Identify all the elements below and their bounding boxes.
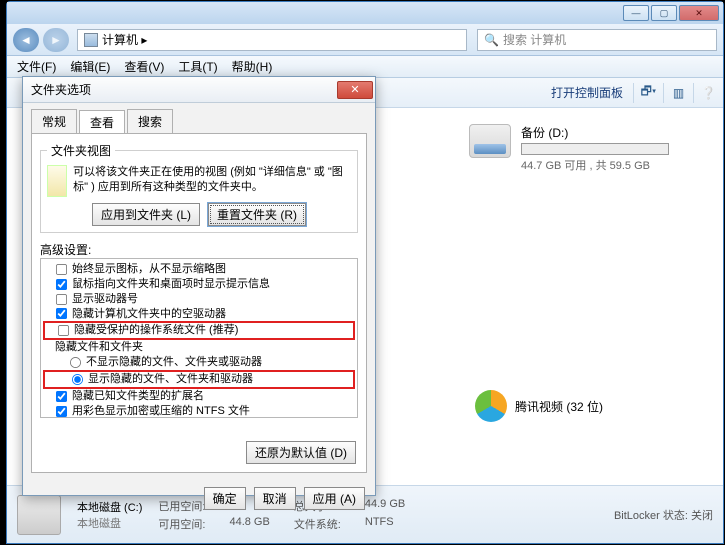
setting-row[interactable]: 不显示隐藏的文件、文件夹或驱动器 xyxy=(43,355,355,370)
tab-view-pane: 文件夹视图 可以将该文件夹正在使用的视图 (例如 "详细信息" 或 "图标" )… xyxy=(31,133,367,473)
breadcrumb-text: 计算机 ▸ xyxy=(102,31,147,48)
ok-button[interactable]: 确定 xyxy=(204,487,246,510)
cancel-button[interactable]: 取消 xyxy=(254,487,296,510)
window-titlebar: — ▢ ✕ xyxy=(7,2,723,24)
search-input[interactable]: 🔍 搜索 计算机 xyxy=(477,29,717,51)
folder-view-icon xyxy=(47,165,67,197)
apply-button[interactable]: 应用 (A) xyxy=(304,487,365,510)
setting-label: 隐藏受保护的操作系统文件 (推荐) xyxy=(74,323,238,338)
tab-search[interactable]: 搜索 xyxy=(127,109,173,133)
checkbox[interactable] xyxy=(56,294,67,305)
tab-general[interactable]: 常规 xyxy=(31,109,77,133)
menu-view[interactable]: 查看(V) xyxy=(118,56,170,77)
folder-options-dialog: 文件夹选项 ✕ 常规 查看 搜索 文件夹视图 可以将该文件夹正在使用的视图 (例… xyxy=(22,76,376,496)
drive-name: 备份 (D:) xyxy=(521,124,669,141)
folder-view-text: 可以将该文件夹正在使用的视图 (例如 "详细信息" 或 "图标" ) 应用到所有… xyxy=(73,165,351,195)
checkbox[interactable] xyxy=(56,391,67,402)
reset-folders-button[interactable]: 重置文件夹 (R) xyxy=(208,203,306,226)
menu-file[interactable]: 文件(F) xyxy=(11,56,62,77)
setting-label: 隐藏计算机文件夹中的空驱动器 xyxy=(72,307,226,322)
search-placeholder: 搜索 计算机 xyxy=(503,31,566,48)
menu-bar: 文件(F) 编辑(E) 查看(V) 工具(T) 帮助(H) xyxy=(7,56,723,78)
bitlocker-value: 关闭 xyxy=(691,510,713,522)
setting-row[interactable]: 显示隐藏的文件、文件夹和驱动器 xyxy=(43,370,355,389)
setting-row[interactable]: 隐藏文件和文件夹 xyxy=(43,340,355,355)
dialog-close-button[interactable]: ✕ xyxy=(337,81,373,99)
minimize-button[interactable]: — xyxy=(623,5,649,21)
setting-label: 隐藏已知文件类型的扩展名 xyxy=(72,389,204,404)
breadcrumb[interactable]: 计算机 ▸ xyxy=(77,29,467,51)
drive-usage-bar xyxy=(521,143,669,155)
tencent-logo-icon xyxy=(475,390,507,422)
checkbox[interactable] xyxy=(56,405,67,416)
setting-label: 鼠标指向文件夹和桌面项时显示提示信息 xyxy=(72,277,270,292)
setting-label: 用彩色显示加密或压缩的 NTFS 文件 xyxy=(72,404,250,418)
nav-bar: ◄ ► 计算机 ▸ 🔍 搜索 计算机 xyxy=(7,24,723,56)
hdd-icon xyxy=(469,124,511,158)
preview-pane-icon[interactable]: ▥ xyxy=(663,83,683,103)
setting-label: 不显示隐藏的文件、文件夹或驱动器 xyxy=(86,355,262,370)
checkbox[interactable] xyxy=(56,264,67,275)
tencent-label: 腾讯视频 (32 位) xyxy=(515,398,603,415)
apply-to-folders-button[interactable]: 应用到文件夹 (L) xyxy=(92,203,200,226)
setting-row[interactable]: 隐藏计算机文件夹中的空驱动器 xyxy=(43,307,355,322)
folder-view-legend: 文件夹视图 xyxy=(47,142,115,159)
advanced-label: 高级设置: xyxy=(40,241,358,258)
checkbox[interactable] xyxy=(56,279,67,290)
search-icon: 🔍 xyxy=(484,33,499,47)
menu-edit[interactable]: 编辑(E) xyxy=(64,56,116,77)
bitlocker-label: BitLocker 状态: xyxy=(614,510,688,522)
setting-row[interactable]: 显示驱动器号 xyxy=(43,292,355,307)
drive-item[interactable]: 备份 (D:) 44.7 GB 可用 , 共 59.5 GB xyxy=(469,124,699,173)
folder-view-group: 文件夹视图 可以将该文件夹正在使用的视图 (例如 "详细信息" 或 "图标" )… xyxy=(40,142,358,233)
view-mode-icon[interactable]: 🗗▾ xyxy=(633,83,653,103)
advanced-settings-tree[interactable]: 始终显示图标，从不显示缩略图鼠标指向文件夹和桌面项时显示提示信息显示驱动器号隐藏… xyxy=(40,258,358,418)
computer-icon xyxy=(84,33,98,47)
setting-row[interactable]: 隐藏受保护的操作系统文件 (推荐) xyxy=(43,321,355,340)
setting-label: 始终显示图标，从不显示缩略图 xyxy=(72,262,226,277)
dialog-title: 文件夹选项 xyxy=(31,81,91,98)
restore-defaults-button[interactable]: 还原为默认值 (D) xyxy=(246,441,356,464)
setting-label: 隐藏文件和文件夹 xyxy=(55,340,143,355)
menu-tools[interactable]: 工具(T) xyxy=(172,56,223,77)
close-button[interactable]: ✕ xyxy=(679,5,719,21)
setting-row[interactable]: 始终显示图标，从不显示缩略图 xyxy=(43,262,355,277)
setting-row[interactable]: 用彩色显示加密或压缩的 NTFS 文件 xyxy=(43,404,355,418)
setting-label: 显示隐藏的文件、文件夹和驱动器 xyxy=(88,372,253,387)
tencent-item[interactable]: 腾讯视频 (32 位) xyxy=(475,390,603,422)
open-control-panel-link[interactable]: 打开控制面板 xyxy=(551,84,623,101)
dialog-tabs: 常规 查看 搜索 xyxy=(23,103,375,133)
radio[interactable] xyxy=(72,374,83,385)
checkbox[interactable] xyxy=(58,325,69,336)
maximize-button[interactable]: ▢ xyxy=(651,5,677,21)
back-button[interactable]: ◄ xyxy=(13,28,39,52)
setting-label: 显示驱动器号 xyxy=(72,292,138,307)
radio[interactable] xyxy=(70,357,81,368)
help-icon[interactable]: ❔ xyxy=(693,83,713,103)
drive-stat: 44.7 GB 可用 , 共 59.5 GB xyxy=(521,157,669,173)
setting-row[interactable]: 隐藏已知文件类型的扩展名 xyxy=(43,389,355,404)
checkbox[interactable] xyxy=(56,308,67,319)
tab-view[interactable]: 查看 xyxy=(79,110,125,134)
setting-row[interactable]: 鼠标指向文件夹和桌面项时显示提示信息 xyxy=(43,277,355,292)
forward-button[interactable]: ► xyxy=(43,28,69,52)
menu-help[interactable]: 帮助(H) xyxy=(226,56,279,77)
